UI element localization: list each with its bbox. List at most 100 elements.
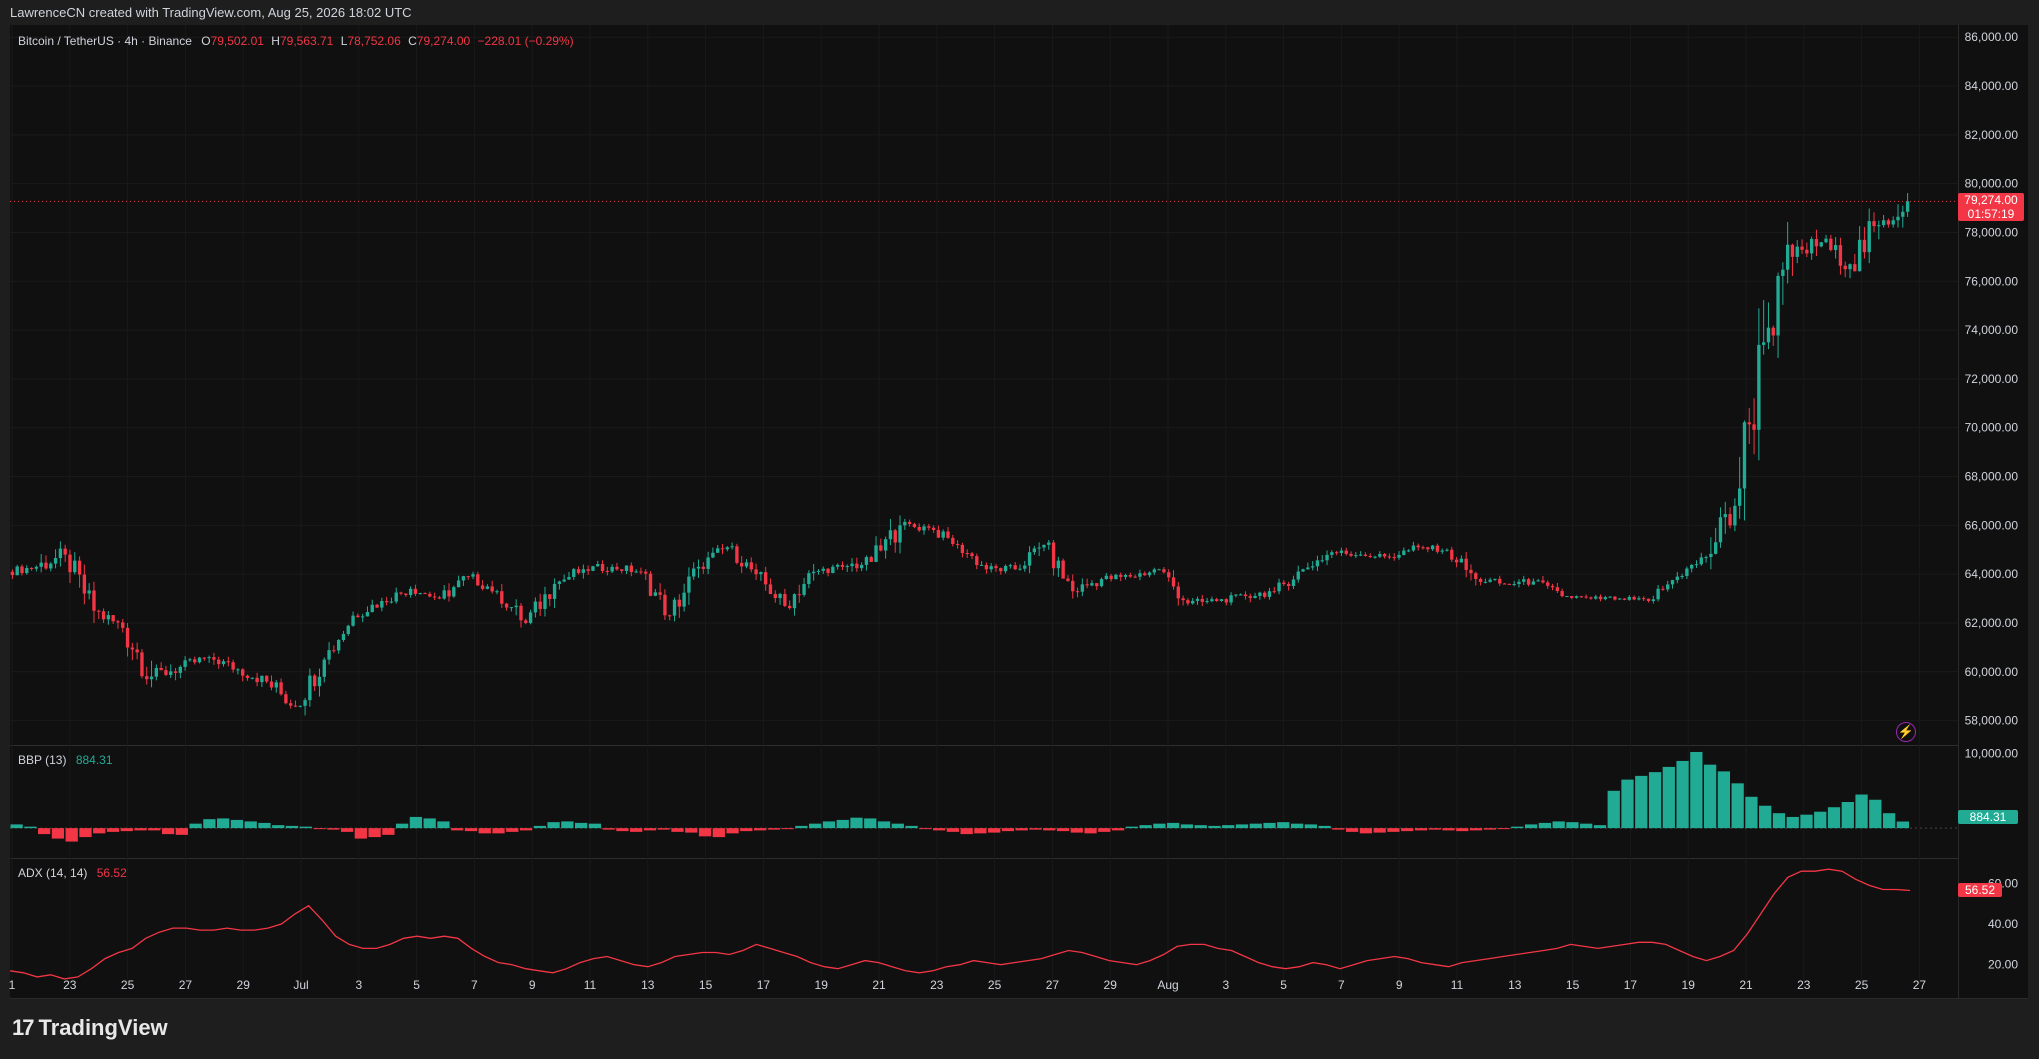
candle-body — [773, 594, 777, 599]
candle-body — [1618, 598, 1622, 600]
candle-body — [125, 627, 130, 648]
x-tick-label: 27 — [179, 978, 193, 992]
candle-body — [677, 599, 681, 607]
candle-body — [586, 569, 590, 571]
low-value: 78,752.06 — [347, 34, 401, 48]
candle-body — [308, 675, 312, 701]
candle-body — [1661, 588, 1665, 590]
open-label: O — [201, 34, 211, 48]
last-price-tag: 79,274.00 01:57:19 — [1958, 193, 2024, 221]
bbp-bar — [1497, 828, 1510, 830]
candle-body — [461, 576, 466, 581]
tradingview-mark-icon: 17 — [12, 1015, 35, 1040]
bbp-bar — [134, 828, 147, 831]
bbp-bar — [1387, 828, 1400, 832]
candle-body — [39, 562, 43, 567]
candle-body — [1483, 581, 1488, 583]
adx-last-value-tag: 56.52 — [1958, 883, 2002, 897]
candle-body — [1128, 575, 1133, 577]
candle-body — [1406, 550, 1411, 552]
candle-body — [1277, 582, 1281, 592]
candle-body — [29, 567, 34, 569]
candle-body — [87, 590, 91, 594]
candle-body — [1195, 598, 1200, 601]
candle-body — [1181, 598, 1185, 601]
candle-body — [164, 670, 168, 675]
candle-body — [1642, 598, 1646, 600]
bbp-bar — [1786, 816, 1799, 829]
x-tick-label: 5 — [413, 978, 420, 992]
candle-body — [1243, 594, 1248, 597]
bbp-bar — [1869, 799, 1882, 829]
candle-body — [1008, 565, 1013, 567]
candle-body — [1085, 584, 1089, 586]
lightning-alert-icon[interactable]: ⚡ — [1896, 722, 1916, 742]
candle-body — [600, 564, 605, 572]
bbp-bar — [988, 828, 1001, 833]
price-axis-tick-label: 72,000.00 — [1965, 372, 2019, 386]
candle-body — [783, 593, 787, 606]
candle-body — [1162, 569, 1166, 573]
candle-body — [1493, 578, 1497, 580]
candle-body — [1541, 580, 1545, 583]
candle-body — [169, 671, 173, 675]
candle-body — [236, 669, 240, 671]
bbp-bar — [1180, 824, 1194, 829]
tradingview-logo[interactable]: 17 TradingView — [12, 1015, 168, 1041]
candle-body — [1104, 575, 1109, 580]
bbp-bar — [1703, 764, 1717, 829]
bbp-bar — [932, 828, 946, 831]
chart-canvas[interactable]: 1 23 25 27 29 Jul 3 5 7 9 11 13 15 17 19 21 23 25 27 29 Aug 3… — [0, 0, 2039, 1059]
candle-body — [1272, 591, 1276, 593]
candle-body — [1191, 600, 1195, 604]
candle-body — [1589, 597, 1593, 599]
candle-body — [1603, 597, 1608, 600]
candle-body — [188, 659, 192, 661]
candle-body — [92, 590, 96, 611]
bbp-bar — [1552, 821, 1565, 829]
candle-body — [15, 566, 19, 576]
candle-body — [725, 547, 729, 550]
candle-body — [500, 591, 504, 604]
candle-body — [1891, 220, 1895, 225]
bbp-bar — [492, 828, 505, 834]
candle-body — [1488, 579, 1492, 582]
bbp-bar — [1538, 822, 1552, 829]
candle-body — [1685, 568, 1689, 577]
bbp-bar — [864, 818, 877, 829]
bbp-bar — [781, 828, 794, 830]
bbp-bar — [1208, 825, 1221, 829]
candle-body — [178, 666, 183, 673]
candle-body — [360, 616, 365, 618]
candle-body — [135, 649, 139, 653]
bbp-bar — [1373, 828, 1386, 833]
x-tick-label: 21 — [1739, 978, 1753, 992]
x-tick-label: 29 — [237, 978, 251, 992]
candle-body — [1896, 216, 1900, 221]
brand-name: TradingView — [38, 1015, 168, 1040]
high-value: 79,563.71 — [279, 34, 334, 48]
candle-body — [130, 647, 135, 650]
x-tick-label: 15 — [699, 978, 713, 992]
adx-title[interactable]: ADX (14, 14) — [18, 866, 87, 880]
candle-body — [437, 597, 442, 599]
bbp-bar — [1827, 807, 1841, 829]
candle-body — [1229, 595, 1233, 603]
candle-body — [173, 671, 178, 673]
candle-body — [1637, 598, 1641, 600]
candle-body — [1138, 573, 1142, 577]
candle-body — [106, 615, 111, 620]
candle-body — [336, 640, 341, 651]
x-tick-label: Jul — [293, 978, 308, 992]
candle-body — [687, 576, 691, 593]
symbol-title[interactable]: Bitcoin / TetherUS · 4h · Binance — [18, 34, 192, 48]
x-tick-label: 13 — [641, 978, 655, 992]
x-tick-label: 19 — [815, 978, 829, 992]
candle-body — [1210, 599, 1214, 602]
candle-body — [111, 615, 115, 622]
candle-body — [1205, 601, 1209, 603]
candle-body — [936, 529, 941, 538]
bbp-bar — [960, 828, 973, 835]
price-axis-tick-label: 66,000.00 — [1965, 518, 2019, 532]
bbp-title[interactable]: BBP (13) — [18, 753, 66, 767]
